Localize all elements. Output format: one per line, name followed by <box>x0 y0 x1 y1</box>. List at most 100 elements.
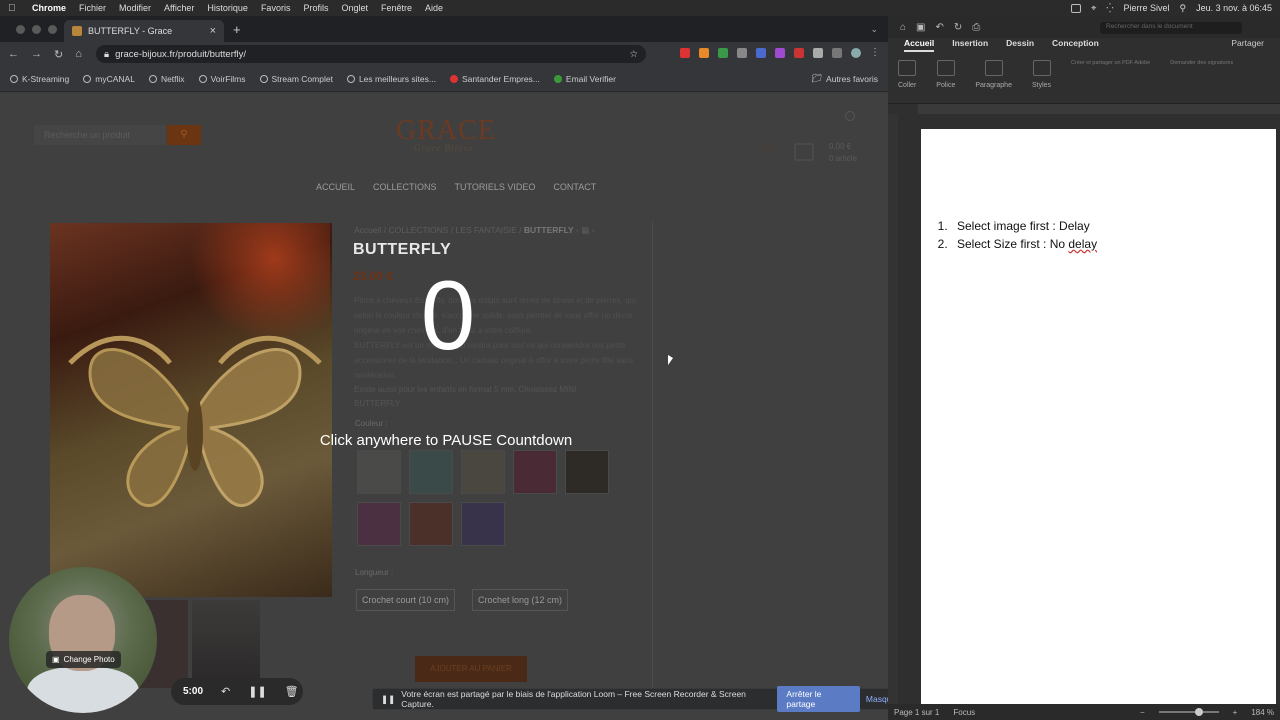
countdown-number[interactable]: 0 <box>400 265 496 365</box>
url-text[interactable]: grace-bijoux.fr/produit/butterfly/ <box>115 49 246 60</box>
color-swatch[interactable] <box>565 450 609 494</box>
horizontal-ruler[interactable] <box>918 104 1280 114</box>
site-search-input[interactable]: Recherche un produit <box>34 125 166 145</box>
close-window-button[interactable] <box>16 25 25 34</box>
redo-icon[interactable]: ↻ <box>954 22 962 33</box>
font-button[interactable]: Police <box>936 60 955 97</box>
back-icon[interactable]: ← <box>8 48 19 60</box>
bookmark-item[interactable]: Netflix <box>148 74 185 84</box>
bookmark-item[interactable]: Les meilleurs sites... <box>346 74 436 84</box>
color-swatch[interactable] <box>357 450 401 494</box>
menu-afficher[interactable]: Afficher <box>164 3 194 13</box>
bookmark-item[interactable]: VoirFilms <box>198 74 246 84</box>
nav-collections[interactable]: COLLECTIONS <box>373 182 437 192</box>
bookmark-item[interactable]: Email Verifier <box>553 74 616 84</box>
undo-icon[interactable]: ↶ <box>936 22 944 33</box>
print-icon[interactable]: ⎙ <box>972 22 980 33</box>
apple-icon[interactable]:  <box>8 3 20 14</box>
size-option-short[interactable]: Crochet court (10 cm) <box>356 589 456 611</box>
zoom-in-icon[interactable]: + <box>1233 708 1238 717</box>
battery-icon[interactable] <box>1071 3 1082 13</box>
close-tab-icon[interactable]: × <box>210 25 216 37</box>
home-icon[interactable]: ⌂ <box>75 48 82 60</box>
new-tab-button[interactable]: + <box>233 22 241 37</box>
puzzle-icon[interactable] <box>813 48 823 58</box>
stop-sharing-button[interactable]: Arrêter le partage <box>777 686 860 712</box>
add-to-cart-button[interactable]: AJOUTER AU PANIER <box>415 656 527 682</box>
focus-button[interactable]: Focus <box>953 708 975 717</box>
wishlist-heart-icon[interactable]: ♡ <box>762 143 776 158</box>
cart-icon[interactable] <box>794 143 814 161</box>
extension-icon-darkred[interactable] <box>794 48 804 58</box>
product-main-image[interactable] <box>50 223 332 597</box>
menu-fenetre[interactable]: Fenêtre <box>381 3 412 13</box>
color-swatch[interactable] <box>513 450 557 494</box>
size-option-long[interactable]: Crochet long (12 cm) <box>472 589 569 611</box>
menu-fichier[interactable]: Fichier <box>79 3 106 13</box>
color-swatch[interactable] <box>461 450 505 494</box>
vertical-ruler[interactable] <box>888 114 898 704</box>
color-swatch[interactable] <box>357 502 401 546</box>
site-search-button[interactable]: ⚲ <box>167 125 201 145</box>
nav-tutoriels[interactable]: TUTORIELS VIDEO <box>455 182 536 192</box>
zoom-out-icon[interactable]: − <box>1140 708 1145 717</box>
home-icon[interactable]: ⌂ <box>900 22 906 33</box>
word-search-input[interactable]: Rechercher dans le document <box>1100 22 1242 34</box>
extension-icon-orange[interactable] <box>699 48 709 58</box>
pause-icon[interactable]: ❚❚ <box>248 685 266 698</box>
forward-icon[interactable]: → <box>31 48 42 60</box>
trash-icon[interactable]: 🗑︎ <box>285 685 299 698</box>
zoom-slider[interactable] <box>1158 708 1219 716</box>
restart-icon[interactable]: ↶ <box>221 685 230 698</box>
tab-search-icon[interactable]: ⌄ <box>870 24 878 35</box>
tab-insertion[interactable]: Insertion <box>952 38 988 52</box>
profile-avatar-icon[interactable] <box>851 48 861 58</box>
menu-profils[interactable]: Profils <box>303 3 328 13</box>
list-item[interactable]: Select image first : Delay <box>951 217 1097 235</box>
wifi-icon[interactable]: ⌖ <box>1091 3 1096 14</box>
nav-accueil[interactable]: ACCUEIL <box>316 182 355 192</box>
menu-app-name[interactable]: Chrome <box>32 3 66 13</box>
product-variant-note[interactable]: Existe aussi pour les enfants en format … <box>354 383 604 411</box>
cart-summary[interactable]: 0,00 € 0 article <box>829 141 857 165</box>
menubar-user[interactable]: Pierre Sivel <box>1124 3 1170 13</box>
extension-icon-red[interactable] <box>680 48 690 58</box>
site-logo[interactable]: GRACE Grace Bijoux <box>396 115 495 165</box>
nav-contact[interactable]: CONTACT <box>553 182 596 192</box>
extension-icon-grey[interactable] <box>737 48 747 58</box>
list-item[interactable]: Select Size first : No delay <box>951 235 1097 253</box>
bookmark-item[interactable]: Santander Empres... <box>449 74 540 84</box>
sidepanel-icon[interactable] <box>832 48 842 58</box>
color-swatch[interactable] <box>409 502 453 546</box>
address-bar[interactable]: 🔒︎ grace-bijoux.fr/produit/butterfly/ ☆ <box>96 45 646 63</box>
search-icon[interactable]: ⚲ <box>1180 3 1187 14</box>
tab-dessin[interactable]: Dessin <box>1006 38 1034 52</box>
bookmark-star-icon[interactable]: ☆ <box>629 49 638 60</box>
prev-next-arrows-icon[interactable]: ‹ ▦ › <box>576 225 594 235</box>
extension-icon-green[interactable] <box>718 48 728 58</box>
page-count[interactable]: Page 1 sur 1 <box>894 708 939 717</box>
product-thumbnail[interactable] <box>192 600 260 688</box>
pdf-button[interactable]: Créer et partager un PDF Adobe <box>1071 60 1150 97</box>
extension-icon-blue[interactable] <box>756 48 766 58</box>
menu-aide[interactable]: Aide <box>425 3 443 13</box>
bookmark-item[interactable]: myCANAL <box>83 74 135 84</box>
breadcrumb-path[interactable]: Accueil / COLLECTIONS / LES FANTAISIE / <box>354 225 522 235</box>
reload-icon[interactable]: ↻ <box>54 48 63 61</box>
share-button[interactable]: Partager <box>1231 38 1264 52</box>
paragraph-button[interactable]: Paragraphe <box>975 60 1012 97</box>
color-swatch[interactable] <box>461 502 505 546</box>
menu-historique[interactable]: Historique <box>207 3 248 13</box>
menu-onglet[interactable]: Onglet <box>341 3 368 13</box>
styles-button[interactable]: Styles <box>1032 60 1051 97</box>
color-swatch[interactable] <box>409 450 453 494</box>
menu-kebab-icon[interactable]: ⋮ <box>870 48 880 58</box>
tab-accueil[interactable]: Accueil <box>904 38 935 52</box>
user-account-icon[interactable] <box>845 111 855 121</box>
tab-conception[interactable]: Conception <box>1052 38 1099 52</box>
lock-icon[interactable]: 🔒︎ <box>104 49 109 60</box>
document-page[interactable]: Select image first : Delay Select Size f… <box>921 129 1276 704</box>
browser-tab-active[interactable]: BUTTERFLY - Grace × <box>64 20 224 42</box>
minimize-window-button[interactable] <box>32 25 41 34</box>
signature-button[interactable]: Demander des signatures <box>1170 60 1233 97</box>
